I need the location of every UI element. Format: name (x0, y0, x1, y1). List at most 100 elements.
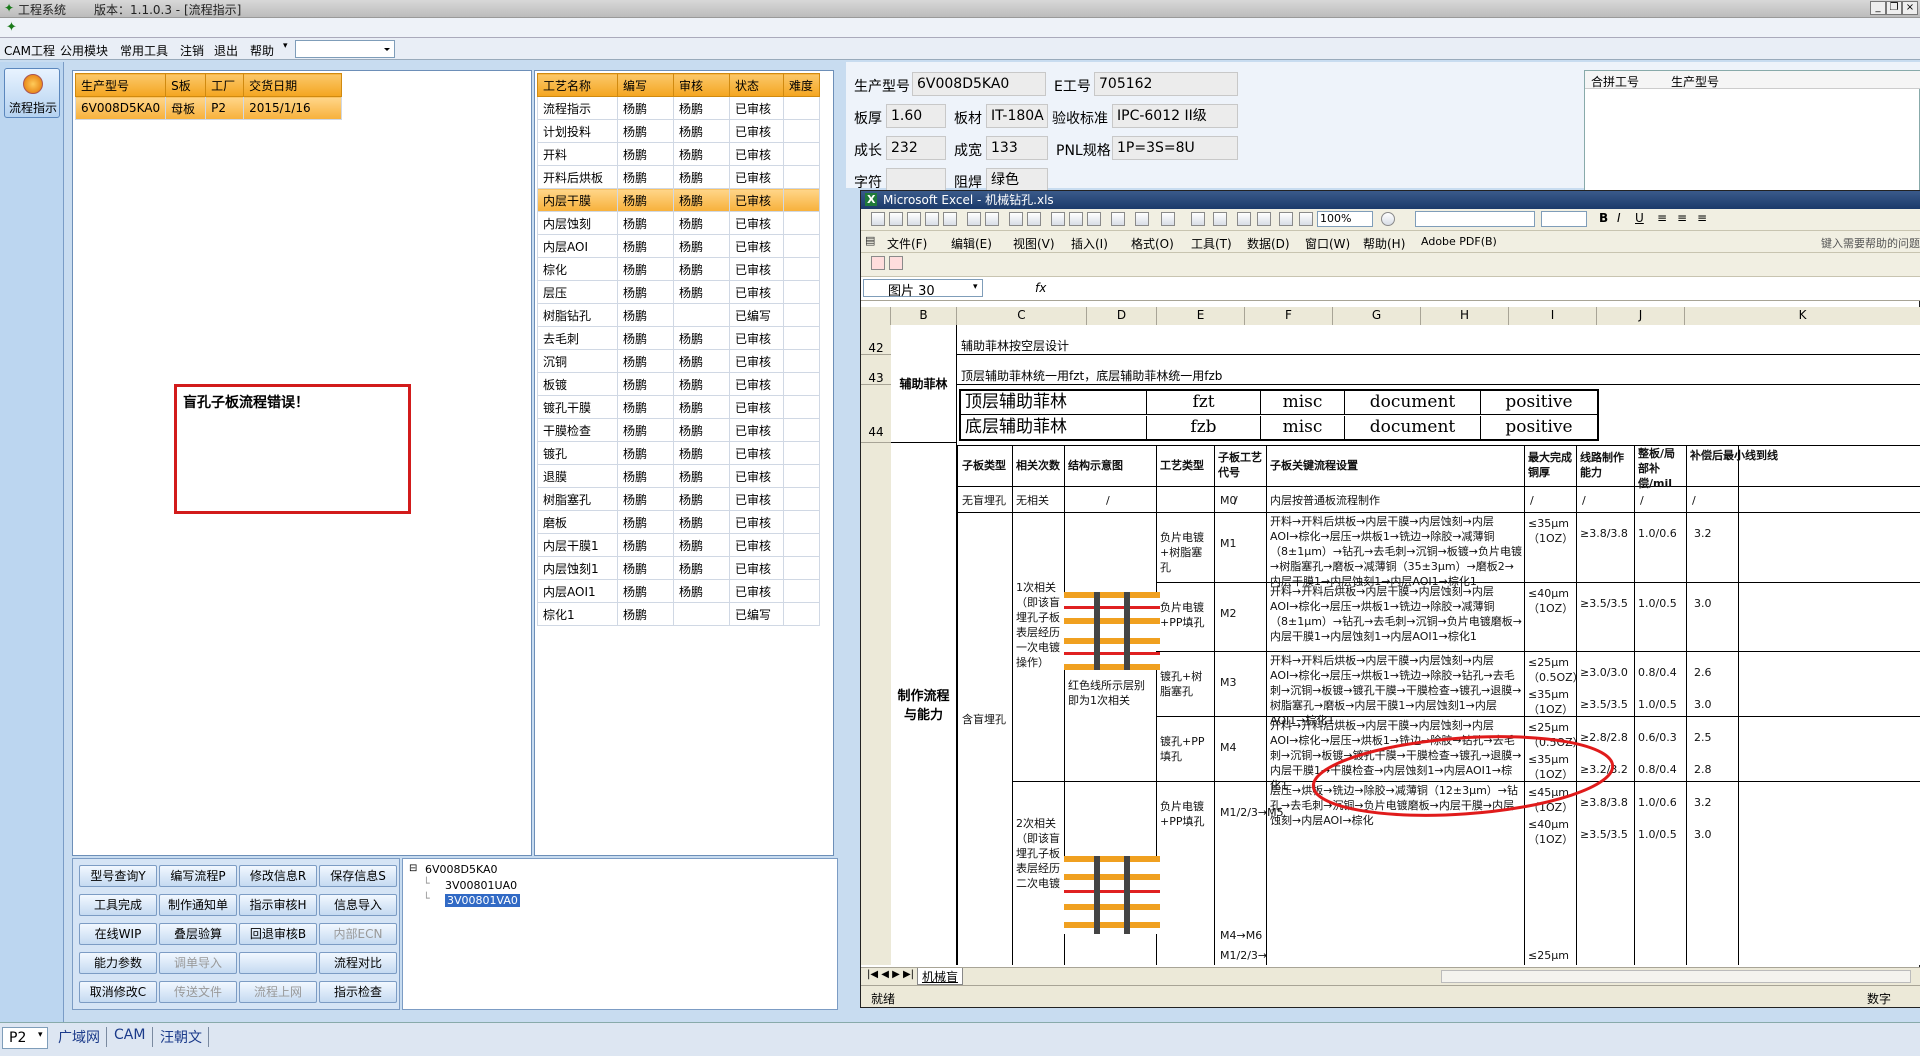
action-button-16[interactable]: 取消修改C (79, 981, 157, 1003)
action-button-17[interactable]: 传送文件 (159, 981, 237, 1003)
permission-icon[interactable] (925, 212, 939, 226)
row-header-44[interactable]: 44 (861, 385, 891, 443)
table-row[interactable]: 镀孔 杨鹏 杨鹏 已审核 (537, 441, 820, 465)
table-row[interactable]: 内层AOI1 杨鹏 杨鹏 已审核 (537, 579, 820, 603)
table-row[interactable]: 开料后烘板 杨鹏 杨鹏 已审核 (537, 165, 820, 189)
chart-wizard-icon[interactable] (1279, 212, 1293, 226)
menu-logout[interactable]: 注销 (180, 42, 204, 59)
table-row[interactable]: 棕化1 杨鹏 已编写 (537, 602, 820, 626)
action-button-18[interactable]: 流程上网 (239, 981, 317, 1003)
action-button-4[interactable]: 工具完成 (79, 894, 157, 916)
sort-asc-icon[interactable] (1237, 212, 1251, 226)
table-row[interactable]: 内层AOI 杨鹏 杨鹏 已审核 (537, 234, 820, 258)
col-header-h[interactable]: H (1421, 307, 1509, 325)
cut-icon[interactable] (1051, 212, 1065, 226)
menu-tools[interactable]: 常用工具 (120, 42, 168, 59)
table-row[interactable]: 磨板 杨鹏 杨鹏 已审核 (537, 510, 820, 534)
excel-menu-tools[interactable]: 工具(T) (1191, 235, 1232, 252)
table-row[interactable]: 内层蚀刻 杨鹏 杨鹏 已审核 (537, 211, 820, 235)
row-header-43[interactable]: 43 (861, 355, 891, 385)
minimize-icon[interactable]: _ (1870, 1, 1886, 15)
sheet-tab-active[interactable]: 机械盲埋 (917, 968, 963, 1001)
excel-menu-view[interactable]: 视图(V) (1013, 235, 1055, 252)
undo-icon[interactable] (1135, 212, 1149, 226)
tree-child-selected[interactable]: 3V00801VA0 (445, 894, 520, 907)
excel-menu-insert[interactable]: 插入(I) (1071, 235, 1108, 252)
col-header-d[interactable]: D (1087, 307, 1157, 325)
col-sboard[interactable]: S板 (165, 73, 207, 97)
save-icon[interactable] (907, 212, 921, 226)
horizontal-scrollbar[interactable] (1441, 970, 1911, 983)
plant-dropdown-icon[interactable]: ▾ (38, 1030, 43, 1040)
action-button-15[interactable]: 流程对比 (319, 952, 397, 974)
row-header-42[interactable]: 42 (861, 325, 891, 355)
pdf-create-icon[interactable] (871, 256, 885, 270)
material-field[interactable]: IT-180A (986, 104, 1048, 128)
table-row[interactable]: 计划投料 杨鹏 杨鹏 已审核 (537, 119, 820, 143)
table-row[interactable]: 去毛刺 杨鹏 杨鹏 已审核 (537, 326, 820, 350)
sort-desc-icon[interactable] (1257, 212, 1271, 226)
table-row[interactable]: 内层干膜1 杨鹏 杨鹏 已审核 (537, 533, 820, 557)
col-delivery-date[interactable]: 交货日期 (243, 73, 343, 97)
fx-icon[interactable]: fx (1035, 281, 1046, 295)
col-process-name[interactable]: 工艺名称 (537, 73, 618, 97)
pdf-email-icon[interactable] (889, 256, 903, 270)
help-icon[interactable] (1381, 212, 1395, 226)
align-right-icon[interactable]: ≡ (1697, 211, 1707, 225)
col-header-b[interactable]: B (891, 307, 957, 325)
tree-child[interactable]: 3V00801UA0 (445, 879, 517, 892)
new-icon[interactable] (871, 212, 885, 226)
cell-group-label[interactable]: 辅助菲林 (891, 325, 957, 443)
film-row-top[interactable]: 顶层辅助菲林 fzt misc document positive (961, 391, 1597, 415)
copy-icon[interactable] (1069, 212, 1083, 226)
action-button-1[interactable]: 编写流程P (159, 865, 237, 887)
excel-menu-window[interactable]: 窗口(W) (1305, 235, 1350, 252)
italic-icon[interactable]: I (1617, 211, 1621, 225)
table-row[interactable]: 棕化 杨鹏 杨鹏 已审核 (537, 257, 820, 281)
col-header-f[interactable]: F (1245, 307, 1333, 325)
table-row[interactable]: 镀孔干膜 杨鹏 杨鹏 已审核 (537, 395, 820, 419)
table-row[interactable]: 内层干膜 杨鹏 杨鹏 已审核 (537, 188, 820, 212)
col-model[interactable]: 生产型号 (74, 73, 167, 97)
action-button-0[interactable]: 型号查询Y (79, 865, 157, 887)
action-button-6[interactable]: 指示审核H (239, 894, 317, 916)
width-field[interactable]: 133 (986, 136, 1048, 160)
spelling-icon[interactable] (1009, 212, 1023, 226)
table-row[interactable]: 沉铜 杨鹏 杨鹏 已审核 (537, 349, 820, 373)
col-factory[interactable]: 工厂 (205, 73, 245, 97)
table-row[interactable]: 树脂钻孔 杨鹏 已编写 (537, 303, 820, 327)
align-left-icon[interactable]: ≡ (1657, 211, 1667, 225)
action-button-19[interactable]: 指示检查 (319, 981, 397, 1003)
zoom-select[interactable]: 100% (1317, 211, 1373, 227)
col-merge-number[interactable]: 合拼工号 (1591, 73, 1639, 90)
e-number-field[interactable]: 705162 (1094, 72, 1238, 96)
font-size-select[interactable] (1541, 211, 1587, 227)
excel-menu-help[interactable]: 帮助(H) (1363, 235, 1405, 252)
action-button-13[interactable]: 调单导入 (159, 952, 237, 974)
taskbar-user[interactable]: 汪朝文 (160, 1027, 202, 1047)
hyperlink-icon[interactable] (1191, 212, 1205, 226)
excel-menu-file[interactable]: 文件(F) (887, 235, 927, 252)
standard-field[interactable]: IPC-6012 II级 (1112, 104, 1238, 128)
font-select[interactable] (1415, 211, 1535, 227)
col-difficulty[interactable]: 难度 (783, 73, 820, 97)
col-header-j[interactable]: J (1597, 307, 1685, 325)
action-button-9[interactable]: 叠层验算 (159, 923, 237, 945)
action-button-5[interactable]: 制作通知单 (159, 894, 237, 916)
autosum-icon[interactable] (1213, 212, 1227, 226)
email-icon[interactable] (943, 212, 957, 226)
length-field[interactable]: 232 (886, 136, 946, 160)
tree-root[interactable]: 6V008D5KA0 (425, 863, 498, 876)
table-row[interactable]: 内层蚀刻1 杨鹏 杨鹏 已审核 (537, 556, 820, 580)
print-icon[interactable] (967, 212, 981, 226)
excel-menu-data[interactable]: 数据(D) (1247, 235, 1290, 252)
col-header-c[interactable]: C (957, 307, 1087, 325)
cell-r43[interactable]: 顶层辅助菲林统一用fzt，底层辅助菲林统一用fzb (961, 367, 1222, 384)
action-button-3[interactable]: 保存信息S (319, 865, 397, 887)
menu-common-modules[interactable]: 公用模块 (60, 42, 108, 59)
col-header-e[interactable]: E (1157, 307, 1245, 325)
col-header-g[interactable]: G (1333, 307, 1421, 325)
menu-exit[interactable]: 退出 (214, 42, 238, 59)
format-painter-icon[interactable] (1111, 212, 1125, 226)
col-header-k[interactable]: K (1685, 307, 1920, 325)
